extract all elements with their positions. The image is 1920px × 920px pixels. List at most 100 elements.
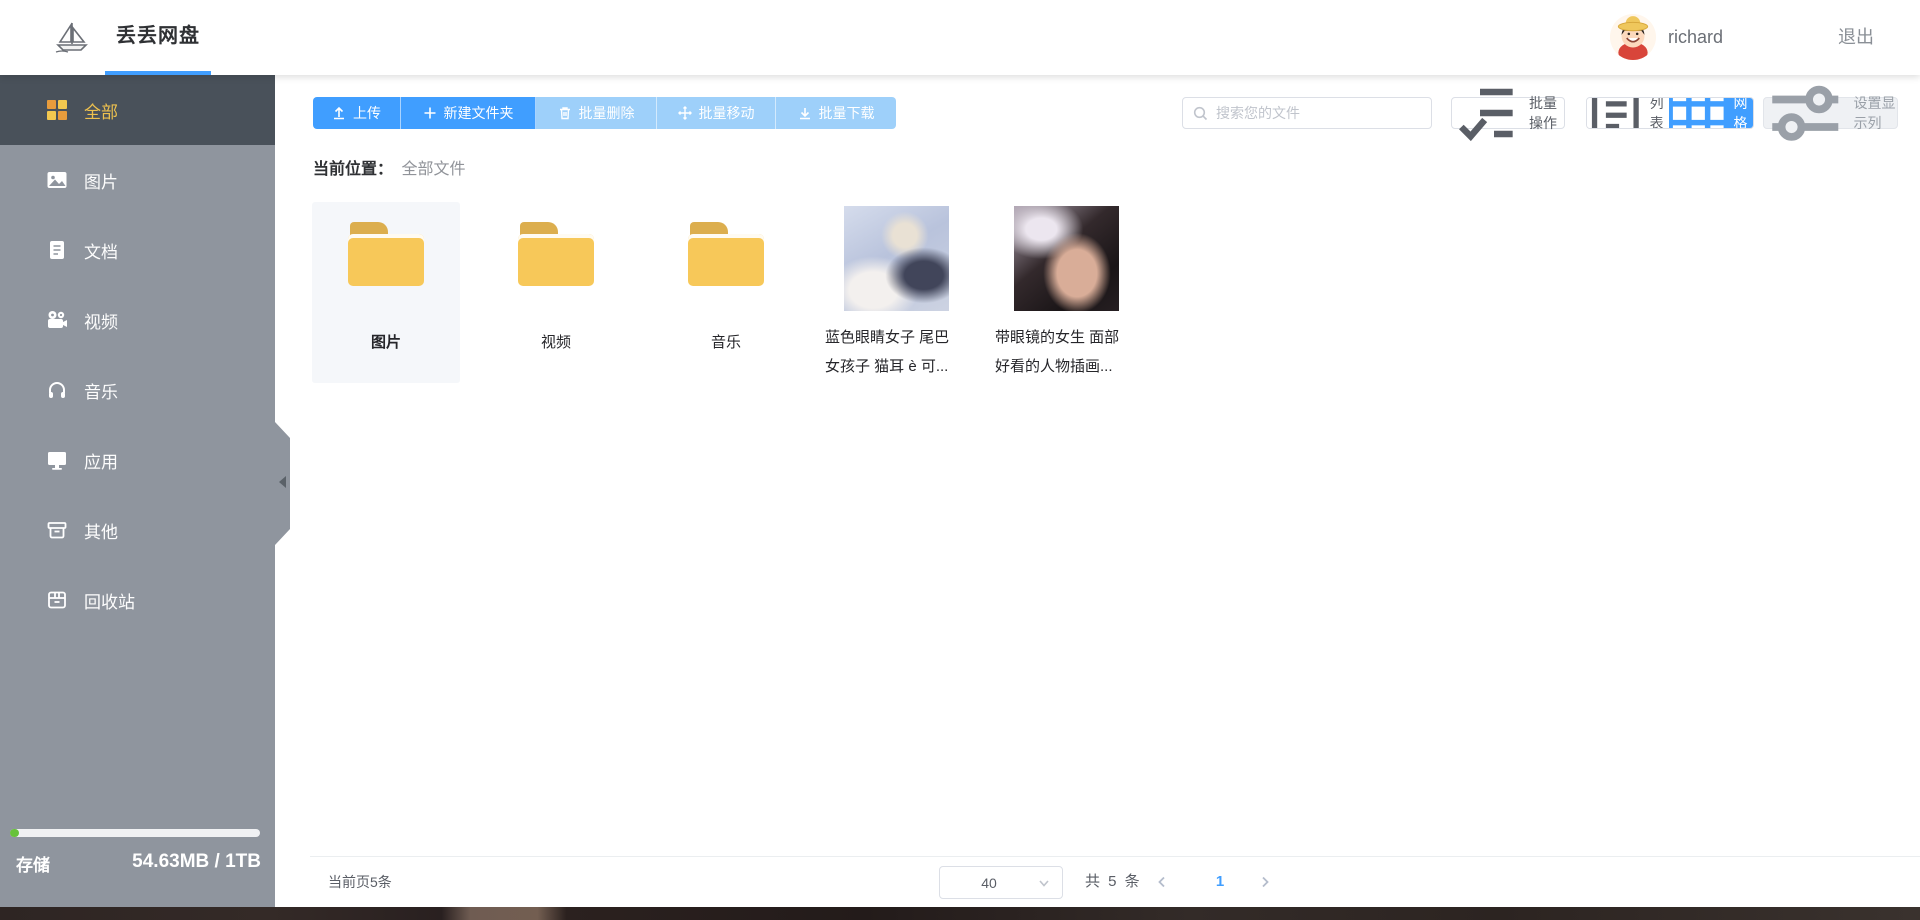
sailboat-logo-icon	[52, 17, 92, 57]
video-icon	[46, 309, 68, 331]
sidebar-item-images[interactable]: 图片	[0, 145, 275, 215]
file-name: 音乐	[652, 331, 800, 352]
breadcrumb: 当前位置： 全部文件	[313, 155, 465, 179]
page-size-value: 40	[940, 875, 1038, 891]
active-tab-underline	[105, 71, 211, 75]
file-name: 带眼镜的女生 面部 好看的人物插画...	[992, 323, 1140, 381]
batch-move-button[interactable]: 批量移动	[657, 97, 776, 129]
document-icon	[46, 239, 68, 261]
sidebar-item-recycle[interactable]: 回收站	[0, 565, 275, 635]
app-title-tab[interactable]: 丢丢网盘	[105, 0, 211, 75]
list-view-button[interactable]: 列表	[1587, 98, 1669, 128]
sidebar-item-label: 全部	[84, 98, 118, 123]
app-window: 丢丢网盘 richard 退出	[0, 0, 1920, 920]
sidebar-item-label: 其他	[84, 518, 118, 543]
sidebar-item-label: 文档	[84, 238, 118, 263]
folder-icon	[518, 222, 594, 286]
file-name: 图片	[312, 331, 460, 352]
search-icon	[1193, 106, 1208, 121]
sidebar-item-label: 回收站	[84, 588, 135, 613]
batch-download-label: 批量下载	[819, 103, 875, 123]
bottom-strip	[0, 907, 1920, 920]
folder-icon	[688, 222, 764, 286]
upload-button[interactable]: 上传	[313, 97, 401, 129]
recycle-icon	[46, 589, 68, 611]
chevron-right-icon	[1258, 875, 1272, 889]
file-grid: 图片 视频 音乐 蓝色眼睛女子 尾巴 女孩子 猫耳 è 可... 带眼镜的女生 …	[312, 202, 1162, 383]
box-icon	[46, 519, 68, 541]
grid-icon	[46, 99, 68, 121]
breadcrumb-prefix: 当前位置：	[313, 161, 393, 178]
batch-download-button[interactable]: 批量下载	[776, 97, 896, 129]
grid-view-icon	[1669, 97, 1728, 129]
file-card-image-1[interactable]: 蓝色眼睛女子 尾巴 女孩子 猫耳 è 可...	[822, 202, 970, 383]
folder-icon	[348, 222, 424, 286]
file-name: 蓝色眼睛女子 尾巴 女孩子 猫耳 è 可...	[822, 323, 970, 381]
sidebar-item-apps[interactable]: 应用	[0, 425, 275, 495]
new-folder-label: 新建文件夹	[444, 103, 514, 123]
storage-usage: 54.63MB / 1TB	[132, 851, 261, 876]
current-page-count: 当前页5条	[328, 857, 392, 907]
next-page-button[interactable]	[1258, 857, 1272, 907]
grid-view-label: 网格	[1734, 97, 1754, 129]
image-icon	[46, 169, 68, 191]
batch-delete-label: 批量删除	[579, 103, 635, 123]
page-title: 丢丢网盘	[105, 0, 211, 72]
sidebar-item-label: 应用	[84, 448, 118, 473]
grid-view-button[interactable]: 网格	[1669, 98, 1753, 128]
file-card-folder-videos[interactable]: 视频	[482, 202, 630, 383]
search-box	[1182, 97, 1432, 129]
search-input[interactable]	[1216, 105, 1421, 121]
logout-button[interactable]: 退出	[1838, 0, 1874, 75]
sidebar: 全部 图片 文档 视频	[0, 75, 275, 907]
upload-icon	[332, 106, 346, 120]
sidebar-item-label: 音乐	[84, 378, 118, 403]
list-icon	[1587, 97, 1644, 129]
monitor-icon	[46, 449, 68, 471]
prev-page-button[interactable]	[1155, 857, 1169, 907]
trash-icon	[558, 106, 572, 120]
sliders-icon	[1764, 72, 1847, 155]
display-columns-button[interactable]: 设置显示列	[1763, 97, 1898, 129]
sidebar-item-label: 视频	[84, 308, 118, 333]
chevron-down-icon	[1038, 877, 1050, 889]
storage-panel: 存储 54.63MB / 1TB	[0, 829, 275, 907]
avatar-image-icon	[1610, 14, 1656, 60]
list-view-label: 列表	[1650, 97, 1669, 129]
batch-delete-button[interactable]: 批量删除	[536, 97, 657, 129]
sidebar-item-other[interactable]: 其他	[0, 495, 275, 565]
upload-label: 上传	[353, 103, 381, 123]
avatar[interactable]	[1610, 14, 1656, 60]
breadcrumb-current[interactable]: 全部文件	[401, 161, 465, 178]
display-columns-label: 设置显示列	[1854, 93, 1897, 133]
sidebar-item-videos[interactable]: 视频	[0, 285, 275, 355]
storage-label: 存储	[16, 851, 50, 876]
download-icon	[798, 106, 812, 120]
chevron-left-icon	[1155, 875, 1169, 889]
music-icon	[46, 379, 68, 401]
checklist-icon	[1452, 78, 1522, 148]
move-icon	[678, 106, 692, 120]
new-folder-button[interactable]: 新建文件夹	[401, 97, 536, 129]
action-button-group: 上传 新建文件夹 批量删除 批量移动	[313, 97, 896, 129]
chevron-left-icon	[279, 476, 286, 488]
storage-progress	[10, 829, 260, 837]
sidebar-item-label: 图片	[84, 168, 118, 193]
batch-move-label: 批量移动	[699, 103, 755, 123]
batch-ops-button[interactable]: 批量操作	[1451, 97, 1565, 129]
sidebar-item-all[interactable]: 全部	[0, 75, 275, 145]
image-thumbnail	[844, 206, 949, 311]
file-card-image-2[interactable]: 带眼镜的女生 面部 好看的人物插画...	[992, 202, 1140, 383]
sidebar-item-music[interactable]: 音乐	[0, 355, 275, 425]
pagination-bar: 当前页5条 40 共 5 条 1	[310, 856, 1920, 907]
view-toggle: 列表 网格	[1586, 97, 1754, 129]
main-content: 上传 新建文件夹 批量删除 批量移动	[275, 75, 1920, 907]
file-card-folder-music[interactable]: 音乐	[652, 202, 800, 383]
file-card-folder-images[interactable]: 图片	[312, 202, 460, 383]
sidebar-item-documents[interactable]: 文档	[0, 215, 275, 285]
page-number[interactable]: 1	[1205, 857, 1235, 907]
storage-progress-fill	[10, 829, 19, 837]
batch-ops-label: 批量操作	[1529, 93, 1564, 133]
page-size-select[interactable]: 40	[939, 866, 1063, 899]
image-thumbnail	[1014, 206, 1119, 311]
